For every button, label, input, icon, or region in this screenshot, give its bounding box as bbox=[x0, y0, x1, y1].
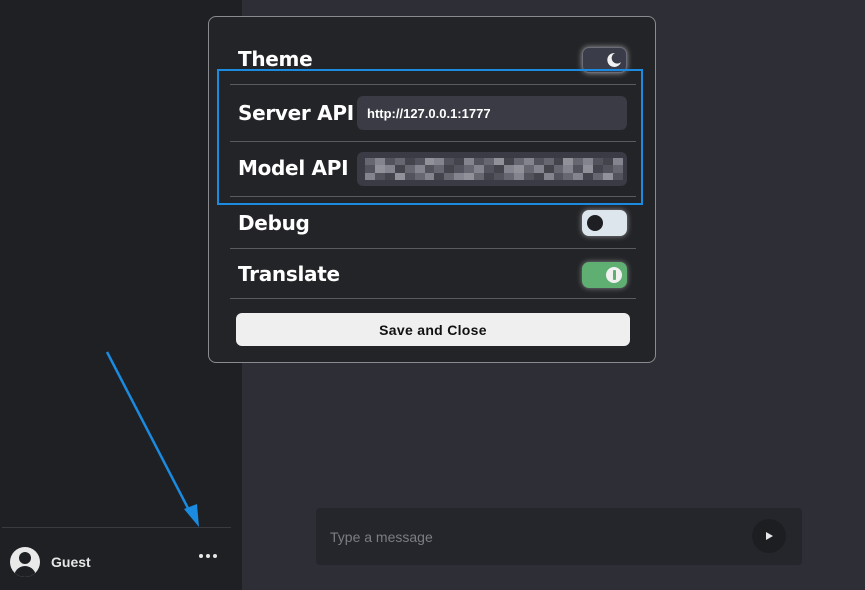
row-divider bbox=[230, 298, 636, 299]
message-composer bbox=[316, 508, 802, 565]
translate-toggle[interactable] bbox=[582, 262, 627, 288]
server-api-label: Server API bbox=[238, 101, 354, 125]
redacted-value bbox=[365, 158, 623, 180]
server-api-input[interactable] bbox=[357, 96, 627, 130]
user-avatar-icon bbox=[10, 547, 40, 577]
moon-icon bbox=[607, 52, 621, 67]
row-divider bbox=[230, 248, 636, 249]
row-divider bbox=[230, 141, 636, 142]
ellipsis-icon[interactable] bbox=[199, 554, 217, 558]
theme-label: Theme bbox=[238, 47, 313, 71]
translate-label: Translate bbox=[238, 262, 340, 286]
toggle-knob bbox=[587, 215, 603, 231]
message-input[interactable] bbox=[316, 508, 736, 565]
user-profile-row[interactable]: Guest bbox=[10, 546, 225, 578]
play-icon bbox=[766, 532, 773, 540]
server-api-field[interactable] bbox=[357, 96, 627, 130]
theme-toggle[interactable] bbox=[582, 47, 627, 73]
model-api-label: Model API bbox=[238, 156, 349, 180]
model-api-field[interactable] bbox=[357, 152, 627, 186]
sidebar-divider bbox=[2, 527, 231, 528]
save-and-close-button[interactable]: Save and Close bbox=[236, 313, 630, 346]
settings-dialog: Theme Server API Model API Debug Transla… bbox=[208, 16, 656, 363]
send-button[interactable] bbox=[752, 519, 786, 553]
row-divider bbox=[230, 84, 636, 85]
debug-label: Debug bbox=[238, 211, 310, 235]
toggle-knob bbox=[606, 267, 622, 283]
user-name: Guest bbox=[51, 554, 91, 570]
debug-toggle[interactable] bbox=[582, 210, 627, 236]
sidebar: Guest bbox=[0, 0, 242, 590]
row-divider bbox=[230, 196, 636, 197]
